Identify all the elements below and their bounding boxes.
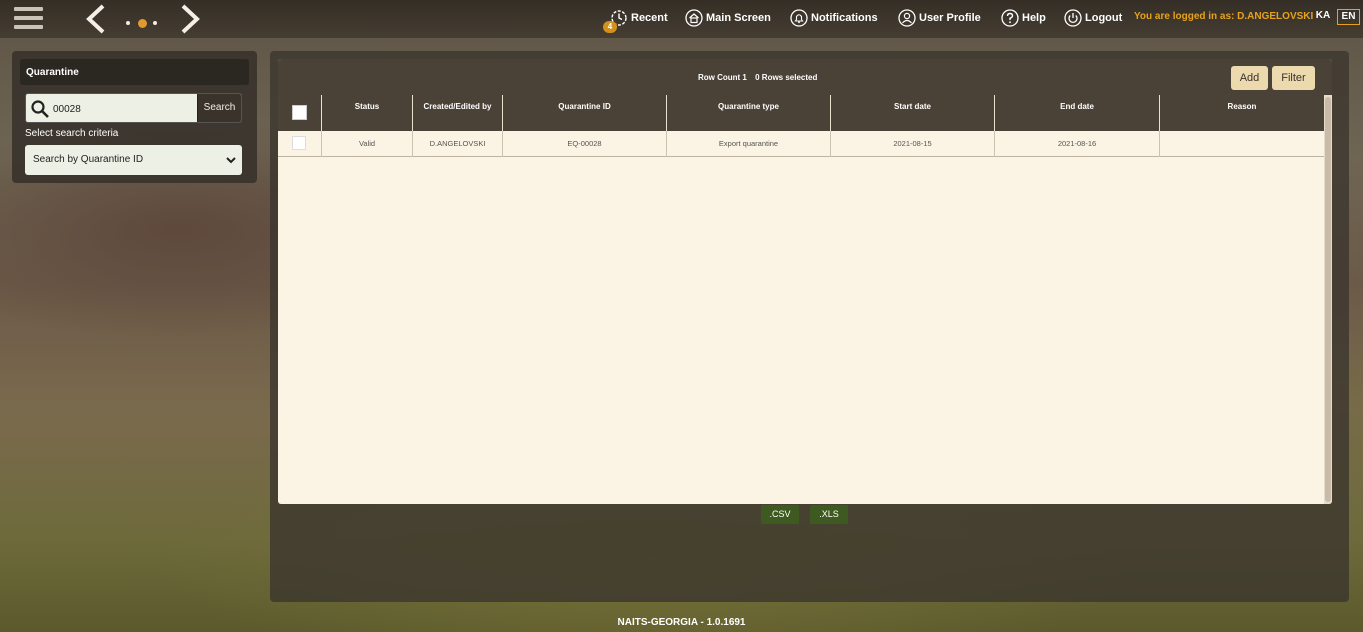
menu-help-label: Help	[1022, 12, 1046, 24]
row-count: Row Count 1	[698, 73, 747, 82]
menu-logout-label: Logout	[1085, 12, 1123, 24]
help-icon	[1001, 9, 1019, 27]
export-xls-button[interactable]: .XLS	[810, 505, 848, 524]
cell-start-date: 2021-08-15	[831, 131, 995, 157]
criteria-selected-value: Search by Quarantine ID	[33, 154, 144, 165]
column-header-quarantine-type[interactable]: Quarantine type	[667, 95, 831, 131]
column-header-created-by[interactable]: Created/Edited by	[413, 95, 503, 131]
column-header-reason[interactable]: Reason	[1160, 95, 1324, 131]
menu-help[interactable]: Help	[1001, 9, 1046, 27]
filter-button[interactable]: Filter	[1272, 66, 1315, 90]
language-en[interactable]: EN	[1337, 9, 1360, 25]
search-icon	[31, 100, 49, 118]
menu-notifications[interactable]: Notifications	[790, 9, 878, 27]
menu-recent[interactable]: Recent	[610, 9, 668, 27]
user-icon	[898, 9, 916, 27]
cell-quarantine-id: EQ-00028	[503, 131, 667, 157]
column-header-status[interactable]: Status	[322, 95, 413, 131]
menu-notifications-label: Notifications	[811, 12, 878, 24]
grid-header: Status Created/Edited by Quarantine ID Q…	[278, 95, 1324, 131]
grid-toolbar: Row Count 1 0 Rows selected Add Filter	[278, 59, 1332, 95]
chevron-down-icon	[226, 157, 236, 164]
bell-icon	[790, 9, 808, 27]
cell-status: Valid	[322, 131, 413, 157]
logged-in-user: You are logged in as: D.ANGELOVSKI	[1134, 11, 1314, 22]
menu-recent-label: Recent	[631, 12, 668, 24]
grid-scrollbar[interactable]	[1324, 95, 1332, 504]
menu-main-screen[interactable]: Main Screen	[685, 9, 771, 27]
row-checkbox[interactable]	[292, 136, 306, 150]
row-count-info: Row Count 1 0 Rows selected	[698, 73, 823, 82]
menu-user-profile[interactable]: User Profile	[898, 9, 981, 27]
top-bar: Recent 4 Main Screen Notifications User …	[0, 0, 1363, 38]
home-icon	[685, 9, 703, 27]
menu-user-profile-label: User Profile	[919, 12, 981, 24]
column-header-start-date[interactable]: Start date	[831, 95, 995, 131]
column-header-end-date[interactable]: End date	[995, 95, 1160, 131]
search-criteria-select[interactable]: Search by Quarantine ID	[25, 145, 242, 175]
grid-scroll-thumb[interactable]	[1325, 97, 1331, 502]
cell-quarantine-type: Export quarantine	[667, 131, 831, 157]
search-button[interactable]: Search	[197, 94, 241, 122]
footer-version: NAITS-GEORGIA - 1.0.1691	[617, 617, 746, 628]
menu-logout[interactable]: Logout	[1064, 9, 1122, 27]
forward-arrow-icon[interactable]	[177, 3, 203, 35]
criteria-label: Select search criteria	[25, 128, 119, 139]
search-input[interactable]	[53, 100, 193, 118]
power-icon	[1064, 9, 1082, 27]
cell-end-date: 2021-08-16	[995, 131, 1160, 157]
column-header-quarantine-id[interactable]: Quarantine ID	[503, 95, 667, 131]
language-ka[interactable]: KA	[1314, 9, 1332, 25]
quarantine-grid: Row Count 1 0 Rows selected Add Filter S…	[278, 59, 1332, 504]
search-box: Search	[25, 93, 242, 123]
select-all-checkbox[interactable]	[292, 105, 307, 120]
cell-reason	[1160, 131, 1324, 157]
row-select-cell	[278, 131, 322, 157]
cell-created-by: D.ANGELOVSKI	[413, 131, 503, 157]
menu-main-screen-label: Main Screen	[706, 12, 771, 24]
search-panel-header: Quarantine	[20, 59, 249, 85]
back-arrow-icon[interactable]	[83, 3, 109, 35]
recent-count-badge: 4	[603, 21, 617, 33]
table-row[interactable]: Valid D.ANGELOVSKI EQ-00028 Export quara…	[278, 131, 1324, 157]
add-button[interactable]: Add	[1231, 66, 1268, 90]
main-panel: Row Count 1 0 Rows selected Add Filter S…	[270, 51, 1349, 602]
header-select-all-cell	[278, 95, 322, 131]
search-panel-title: Quarantine	[26, 67, 79, 78]
search-panel: Quarantine Search Select search criteria…	[12, 51, 257, 183]
rows-selected: 0 Rows selected	[755, 73, 818, 82]
history-dots-icon	[126, 19, 162, 28]
export-csv-button[interactable]: .CSV	[761, 505, 799, 524]
hamburger-menu-icon[interactable]	[14, 7, 43, 32]
